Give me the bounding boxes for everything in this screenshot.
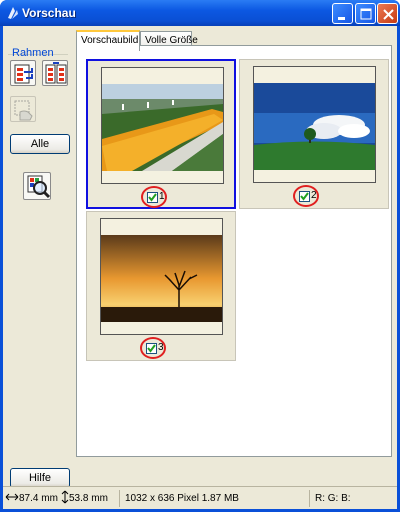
status-bar: 87.4 mm 53.8 mm 1032 x 636 Pixel 1.87 MB… [3,486,397,509]
frame-width: 87.4 mm [19,493,58,504]
check-icon [148,193,157,202]
frame-2-checkbox[interactable]: 2 [293,185,319,207]
tree-sky-photo [254,83,375,170]
title-bar[interactable]: Vorschau [0,0,400,26]
zoom-preview-button[interactable] [23,172,51,200]
preview-window: Vorschau Rahmen Alle Hilfe Vorschaubild … [0,0,400,512]
window-title: Vorschau [22,6,76,20]
frame-number: 2 [311,190,317,201]
check-icon [147,344,156,353]
select-all-label: Alle [30,138,50,150]
checkbox-box [146,343,157,354]
rotate-frame-button[interactable] [42,60,68,86]
rgb-readout: R: G: B: [315,493,351,504]
help-label: Hilfe [28,472,51,484]
thumbnail-card [253,66,376,183]
frame-3-checkbox[interactable]: 3 [140,337,166,359]
thumbnail-frame-1[interactable]: 1 [86,59,236,209]
tab-thumbnail[interactable]: Vorschaubild [76,30,140,51]
frame-height: 53.8 mm [69,493,108,504]
minimize-icon [338,17,345,20]
maximize-icon [360,8,372,20]
thumbnail-pane: 1 2 3 [76,45,392,457]
thumbnail-card [101,67,224,184]
app-icon [8,7,18,19]
check-icon [300,192,309,201]
minimize-button[interactable] [332,3,353,24]
frame-1-checkbox[interactable]: 1 [141,186,167,208]
frame-toolbar: Rahmen Alle Hilfe [3,26,75,488]
zoom-preview-icon [27,175,51,199]
frame-number: 3 [158,342,164,353]
delete-frame-icon [14,100,33,121]
status-separator [119,490,120,507]
help-button[interactable]: Hilfe [10,468,70,488]
delete-frame-button[interactable] [10,96,36,122]
thumbnail-frame-3[interactable]: 3 [86,211,236,361]
thumbnail-frame-2[interactable]: 2 [239,59,389,209]
width-arrow-icon [5,493,19,501]
checkbox-box [299,191,310,202]
status-separator [309,490,310,507]
flower-field-photo [102,84,223,171]
auto-locate-frame-button[interactable] [10,60,36,86]
select-all-button[interactable]: Alle [10,134,70,154]
maximize-button[interactable] [355,3,376,24]
close-button[interactable] [377,3,398,24]
image-info: 1032 x 636 Pixel 1.87 MB [125,493,239,504]
thumbnail-card [100,218,223,335]
checkbox-box [147,192,158,203]
frame-number: 1 [159,191,165,202]
auto-locate-frame-icon [14,64,33,84]
rotate-frame-icon [45,62,67,84]
close-icon [383,9,394,20]
client-area: Rahmen Alle Hilfe Vorschaubild Volle Grö… [3,26,397,509]
sunset-tree-photo [101,235,222,322]
frame-group-label: Rahmen [12,47,54,59]
